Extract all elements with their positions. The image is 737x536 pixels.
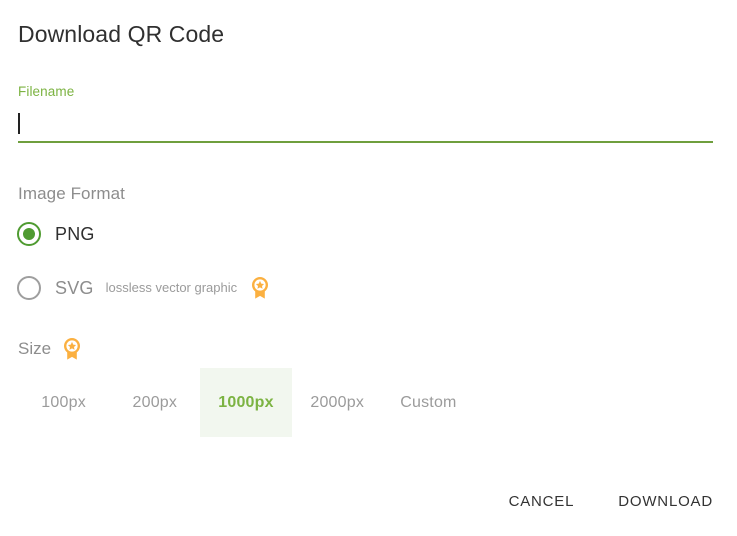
radio-option-svg[interactable]: SVG lossless vector graphic — [17, 274, 271, 302]
radio-hint-svg: lossless vector graphic — [105, 280, 238, 295]
size-option-custom[interactable]: Custom — [383, 368, 474, 437]
size-option-100px[interactable]: 100px — [18, 368, 109, 437]
size-option-200px[interactable]: 200px — [109, 368, 200, 437]
radio-option-png[interactable]: PNG — [17, 220, 95, 248]
size-heading-row: Size — [18, 337, 83, 361]
radio-dot-icon — [23, 228, 35, 240]
filename-input-underline — [18, 141, 713, 143]
size-option-1000px[interactable]: 1000px — [200, 368, 292, 437]
award-badge-icon — [249, 276, 271, 300]
radio-label-png: PNG — [55, 224, 95, 244]
award-badge-icon — [61, 337, 83, 361]
download-button[interactable]: DOWNLOAD — [616, 491, 715, 512]
text-caret — [18, 113, 20, 134]
radio-label-svg: SVG — [55, 278, 94, 298]
cancel-button[interactable]: CANCEL — [507, 491, 577, 512]
page-title: Download QR Code — [18, 21, 225, 47]
filename-field-group: Filename — [18, 84, 713, 143]
filename-input[interactable] — [18, 112, 713, 138]
size-heading: Size — [18, 339, 52, 358]
size-option-2000px[interactable]: 2000px — [292, 368, 383, 437]
download-qr-code-dialog: Download QR Code Filename Image Format P… — [0, 0, 737, 536]
radio-button-png[interactable] — [17, 222, 41, 246]
image-format-heading: Image Format — [18, 184, 126, 203]
filename-input-wrap[interactable] — [18, 112, 713, 143]
size-options-group: 100px 200px 1000px 2000px Custom — [18, 368, 474, 437]
filename-label: Filename — [18, 84, 75, 99]
dialog-actions: CANCEL DOWNLOAD — [507, 491, 715, 512]
radio-button-svg[interactable] — [17, 276, 41, 300]
